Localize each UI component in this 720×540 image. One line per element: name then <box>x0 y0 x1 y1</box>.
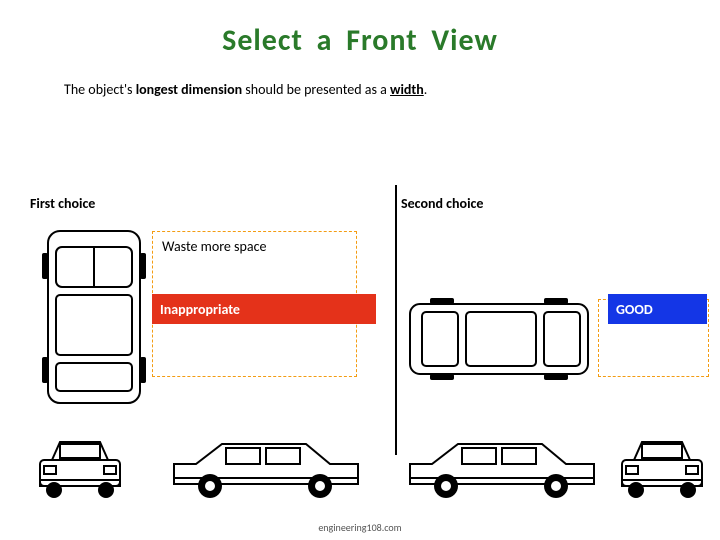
good-tag: GOOD <box>608 294 707 324</box>
first-choice-label: First choice <box>30 195 95 212</box>
car-side-2 <box>402 430 602 500</box>
car-front-small-1 <box>30 430 130 500</box>
inappropriate-tag: Inappropriate <box>152 294 376 324</box>
subtitle-post: . <box>424 81 428 98</box>
subtitle-emph: width <box>390 81 424 98</box>
vertical-divider <box>395 185 397 455</box>
waste-label: Waste more space <box>162 238 266 255</box>
subtitle-pre: The object's <box>64 81 136 98</box>
subtitle-bold: longest dimension <box>136 81 242 98</box>
subtitle: The object's longest dimension should be… <box>0 59 720 98</box>
car-topview-left <box>38 225 150 410</box>
footer-credit: engineering108.com <box>0 521 720 534</box>
inappropriate-text: Inappropriate <box>160 301 240 318</box>
car-side-1 <box>166 430 366 500</box>
good-text: GOOD <box>616 301 653 318</box>
car-front-small-2 <box>612 430 712 500</box>
car-topview-right <box>404 294 594 384</box>
subtitle-mid: should be presented as a <box>242 81 390 98</box>
second-choice-label: Second choice <box>401 195 483 212</box>
page-title: Select a Front View <box>0 0 720 59</box>
